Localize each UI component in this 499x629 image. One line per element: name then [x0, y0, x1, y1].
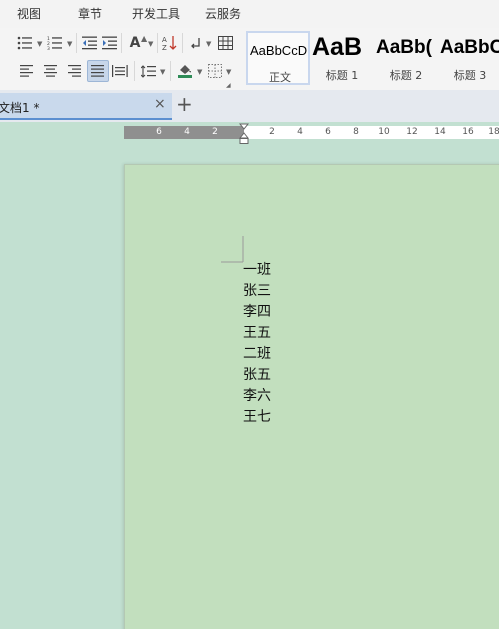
- new-tab-icon[interactable]: +: [176, 94, 193, 114]
- menu-bar: 视图 章节 开发工具 云服务: [0, 0, 499, 28]
- bullet-list-dropdown-icon[interactable]: ▼: [37, 40, 42, 48]
- decrease-indent-icon[interactable]: [81, 35, 99, 51]
- svg-text:A: A: [162, 36, 167, 44]
- font-size-dropdown-icon[interactable]: ▼: [148, 40, 153, 48]
- toolbar-separator: [157, 33, 158, 53]
- align-center-icon[interactable]: [42, 63, 60, 79]
- ruler-tick-label: 4: [184, 127, 190, 137]
- paragraph-settings-launcher-icon[interactable]: ◢: [226, 82, 231, 89]
- ruler-tick-label: 6: [156, 127, 162, 137]
- style-label: 标题 1: [325, 69, 359, 82]
- paragraph-marks-icon[interactable]: [187, 35, 205, 51]
- document-line: 李六: [243, 388, 271, 404]
- style-preview: AaBbC: [440, 37, 499, 58]
- indent-marker-icon[interactable]: [239, 123, 249, 145]
- style-label: 标题 3: [453, 69, 487, 82]
- ruler-tick-label: 12: [406, 127, 418, 137]
- justify-icon[interactable]: [87, 60, 109, 82]
- distributed-align-icon[interactable]: [111, 63, 129, 79]
- document-body[interactable]: 一班 张三 李四 王五 二班 张五 李六 王七: [243, 260, 271, 428]
- style-normal[interactable]: AaBbCcD 正文: [246, 31, 310, 85]
- ruler-tick-label: 16: [462, 127, 474, 137]
- align-left-icon[interactable]: [18, 63, 36, 79]
- document-line: 二班: [243, 346, 271, 362]
- borders-dropdown-icon[interactable]: ▼: [226, 68, 231, 76]
- ruler-tick-label: 2: [269, 127, 275, 137]
- ruler-tick-label: 2: [212, 127, 218, 137]
- line-spacing-dropdown-icon[interactable]: ▼: [160, 68, 165, 76]
- style-heading-1[interactable]: AaB 标题 1: [310, 31, 374, 85]
- bullet-list-icon[interactable]: [16, 35, 34, 51]
- menu-tab-developer[interactable]: 开发工具: [132, 5, 180, 22]
- ruler-tick-label: 14: [434, 127, 446, 137]
- toolbar-separator: [121, 33, 122, 53]
- shading-dropdown-icon[interactable]: ▼: [197, 68, 202, 76]
- style-preview: AaBbCcD: [250, 43, 308, 58]
- document-line: 张三: [243, 283, 271, 299]
- toolbar-separator: [170, 61, 171, 81]
- document-tab[interactable]: 文档1 * ×: [0, 93, 172, 120]
- ruler-tick-label: 18: [488, 127, 499, 137]
- svg-text:Z: Z: [162, 44, 167, 51]
- document-line: 李四: [243, 304, 271, 320]
- menu-tab-view[interactable]: 视图: [17, 5, 41, 22]
- toolbar-separator: [134, 61, 135, 81]
- svg-text:3: 3: [47, 46, 50, 50]
- ruler-tick-label: 8: [353, 127, 359, 137]
- document-line: 张五: [243, 367, 271, 383]
- ruler-tick-label: 10: [378, 127, 390, 137]
- grow-font-arrow-icon: ▲: [141, 34, 148, 43]
- align-right-icon[interactable]: [66, 63, 84, 79]
- paragraph-marks-dropdown-icon[interactable]: ▼: [206, 40, 211, 48]
- numbered-list-icon[interactable]: 123: [46, 35, 64, 51]
- line-spacing-icon[interactable]: [140, 63, 158, 79]
- style-heading-3[interactable]: AaBbC 标题 3: [438, 31, 499, 85]
- borders-icon[interactable]: [206, 63, 224, 79]
- shading-color-icon[interactable]: [176, 62, 194, 78]
- toolbar-separator: [182, 33, 183, 53]
- menu-tab-cloud[interactable]: 云服务: [205, 5, 241, 22]
- ruler-tick-label: 4: [297, 127, 303, 137]
- numbered-list-dropdown-icon[interactable]: ▼: [67, 40, 72, 48]
- table-icon[interactable]: [216, 35, 234, 51]
- ruler-text-area: [244, 126, 499, 139]
- document-line: 一班: [243, 262, 271, 278]
- close-tab-icon[interactable]: ×: [154, 96, 166, 112]
- style-label: 正文: [269, 71, 291, 84]
- style-preview: AaB: [312, 33, 363, 61]
- style-label: 标题 2: [389, 69, 423, 82]
- increase-indent-icon[interactable]: [101, 35, 119, 51]
- menu-tab-chapter[interactable]: 章节: [78, 5, 102, 22]
- style-heading-2[interactable]: AaBb( 标题 2: [374, 31, 438, 85]
- document-page[interactable]: [124, 164, 499, 629]
- toolbar-separator: [76, 33, 77, 53]
- document-line: 王七: [243, 409, 271, 425]
- style-gallery: AaBbCcD 正文 AaB 标题 1 AaBb( 标题 2 AaBbC 标题 …: [246, 31, 499, 87]
- sort-icon[interactable]: AZ: [161, 35, 179, 51]
- document-line: 王五: [243, 325, 271, 341]
- style-preview: AaBb(: [376, 37, 432, 58]
- ruler-tick-label: 6: [325, 127, 331, 137]
- document-tab-title: 文档1 *: [0, 101, 40, 115]
- wps-writer-window: 视图 章节 开发工具 云服务 ▼ 123 ▼ A ▲ ▼ AZ ▼ ▼ ▼ ▼ …: [0, 0, 499, 629]
- document-tab-bar: 文档1 * × +: [0, 90, 499, 122]
